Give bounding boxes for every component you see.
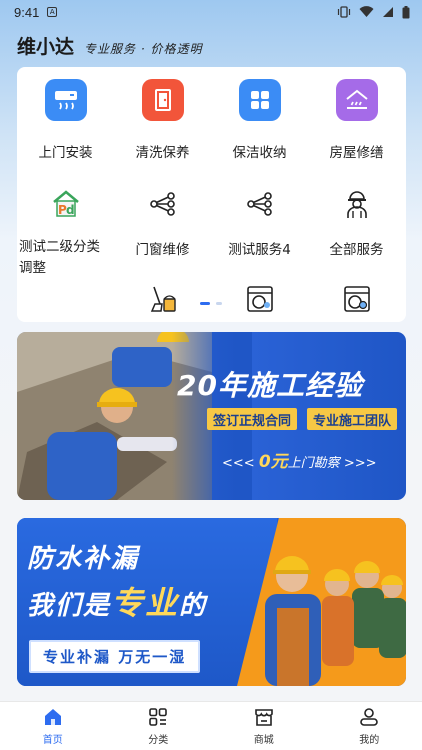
- user-icon: [360, 707, 379, 726]
- status-bar: 9:41 A: [0, 0, 422, 24]
- category-label: 清洗保养: [135, 145, 190, 161]
- category-label: 全部服务: [329, 242, 384, 258]
- banner-headline: 20年施工经验: [177, 369, 363, 402]
- category-test-subcategory[interactable]: Pd 测试二级分类调整: [17, 187, 114, 279]
- category-label: 测试二级分类调整: [19, 239, 100, 276]
- washer-search-icon: [344, 286, 370, 312]
- share-nodes-icon: [243, 187, 277, 221]
- app-slogan: 专业服务 · 价格透明: [84, 42, 203, 56]
- tab-profile[interactable]: 我的: [317, 702, 422, 750]
- share-nodes-icon: [146, 187, 180, 221]
- vibrate-icon: [337, 6, 351, 18]
- category-label: 测试服务4: [228, 242, 291, 258]
- category-label: 门窗维修: [135, 242, 190, 258]
- category-label: 房屋修缮: [329, 145, 384, 161]
- category-door-window[interactable]: 门窗维修: [114, 187, 211, 258]
- workers-group-image: [265, 556, 406, 686]
- banner2-text-a: 我们是: [27, 591, 112, 621]
- tab-label: 分类: [148, 734, 169, 746]
- promo-banner-experience[interactable]: 20年施工经验 签订正规合同 专业施工团队 <<< 0元上门勘察 >>>: [17, 332, 406, 500]
- washing-machine-icon: [247, 286, 273, 312]
- ac-install-icon: [44, 79, 87, 121]
- category-label: 上门安装: [38, 145, 93, 161]
- tab-category[interactable]: 分类: [106, 702, 212, 750]
- pager-dot-active: [200, 302, 210, 305]
- app-title: 维小达: [17, 36, 75, 58]
- category-icon: [149, 707, 168, 726]
- home-icon: [44, 708, 61, 725]
- banner-tag-contract: 签订正规合同: [207, 408, 298, 430]
- banner2-text-c: 的: [179, 591, 208, 621]
- banner-subline: <<< 0元上门勘察 >>>: [222, 447, 377, 472]
- banner2-text-b: 专业: [111, 584, 180, 622]
- grid-storage-icon: [238, 79, 281, 121]
- category-all-services[interactable]: 全部服务: [308, 187, 405, 258]
- category-cleaning[interactable]: 清洗保养: [114, 79, 211, 161]
- bottom-tab-bar: 首页 分类 商城 我的: [0, 701, 422, 750]
- sim-icon: A: [47, 7, 58, 17]
- worker-avatar-icon: [340, 187, 374, 221]
- worker-photo: [17, 332, 252, 500]
- door-clean-icon: [141, 79, 184, 121]
- category-label: 保洁收纳: [232, 145, 287, 161]
- banner-sub-text: 上门勘察: [287, 456, 340, 471]
- svg-text:d: d: [66, 203, 75, 217]
- banner2-subheadline: 我们是专业的: [27, 578, 207, 624]
- house-pd-icon: Pd: [49, 187, 83, 221]
- banner2-slogan-pill: 专业补漏 万无一湿: [29, 640, 201, 673]
- tab-home[interactable]: 首页: [0, 702, 106, 750]
- tab-store[interactable]: 商城: [211, 702, 317, 750]
- tab-label: 首页: [42, 734, 63, 746]
- signal-icon: [383, 7, 393, 17]
- category-house-repair[interactable]: 房屋修缮: [308, 79, 405, 161]
- promo-banner-waterproof[interactable]: 防水补漏 我们是专业的 专业补漏 万无一湿: [17, 518, 406, 686]
- banner-sub-num: 0元: [258, 452, 288, 472]
- tab-label: 商城: [253, 734, 274, 746]
- pager-dot: [216, 302, 222, 305]
- banner-sub-prefix: <<<: [222, 456, 255, 471]
- wifi-icon: [359, 6, 374, 17]
- banner-tag-team: 专业施工团队: [307, 408, 398, 430]
- category-test-service4[interactable]: 测试服务4: [211, 187, 308, 258]
- status-time: 9:41: [14, 4, 40, 20]
- tab-label: 我的: [359, 734, 380, 746]
- banner-sub-suffix: >>>: [343, 456, 377, 471]
- battery-icon: [402, 5, 410, 18]
- banner2-headline: 防水补漏: [27, 544, 140, 574]
- category-pager: [200, 302, 222, 305]
- store-icon: [254, 708, 273, 726]
- app-header: 维小达 专业服务 · 价格透明: [17, 32, 202, 59]
- category-install[interactable]: 上门安装: [17, 79, 114, 161]
- category-housekeeping[interactable]: 保洁收纳: [211, 79, 308, 161]
- house-repair-icon: [335, 79, 378, 121]
- broom-bucket-icon: [150, 286, 176, 312]
